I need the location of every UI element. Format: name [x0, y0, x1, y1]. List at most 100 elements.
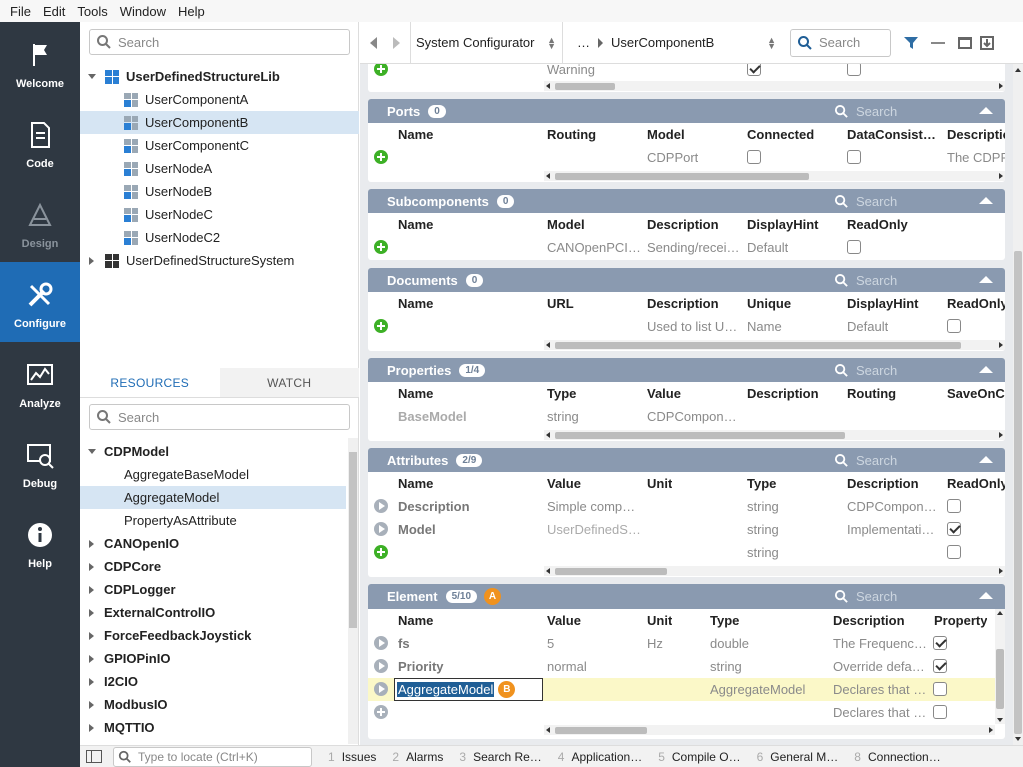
editor-search-input[interactable]: Search: [790, 28, 891, 57]
tab-issues[interactable]: 1 Issues: [328, 750, 376, 764]
breadcrumb-system[interactable]: System Configurator ▲ ▼: [410, 21, 563, 64]
expand-icon[interactable]: [89, 723, 94, 732]
tab-general-messages[interactable]: 6 General M…: [757, 750, 839, 764]
resources-scrollbar[interactable]: [348, 438, 358, 744]
expand-icon[interactable]: [89, 562, 94, 571]
horizontal-scrollbar[interactable]: [544, 340, 1005, 350]
col-header[interactable]: DataConsiste…: [847, 123, 941, 146]
section-search[interactable]: Search: [834, 453, 897, 468]
collapse-icon[interactable]: [979, 592, 993, 599]
collapse-icon[interactable]: [979, 456, 993, 463]
expand-row-icon[interactable]: [374, 659, 388, 673]
nav-analyze[interactable]: Analyze: [0, 342, 80, 422]
menu-tools[interactable]: Tools: [71, 4, 113, 19]
resource-group[interactable]: MQTTIO: [80, 716, 346, 739]
expand-row-icon[interactable]: [374, 682, 388, 696]
name-edit-input[interactable]: AggregateModel B: [394, 678, 543, 701]
add-icon[interactable]: [374, 545, 388, 559]
table-row[interactable]: Description Simple comp… string CDPCompo…: [368, 495, 1005, 518]
tree-item-system[interactable]: UserDefinedStructureSystem: [80, 249, 359, 272]
scroll-left-icon[interactable]: [546, 432, 550, 438]
checkbox[interactable]: [947, 522, 961, 536]
section-search[interactable]: Search: [834, 104, 897, 119]
col-header[interactable]: Name: [398, 609, 433, 632]
back-icon[interactable]: [370, 36, 377, 49]
expand-row-icon[interactable]: [374, 636, 388, 650]
section-header[interactable]: Element 5/10 A Search: [368, 584, 1005, 609]
tab-compile-output[interactable]: 5 Compile O…: [658, 750, 740, 764]
expand-icon[interactable]: [89, 608, 94, 617]
checkbox[interactable]: [947, 545, 961, 559]
checkbox[interactable]: [847, 64, 861, 76]
col-header[interactable]: Name: [398, 472, 433, 495]
resource-group[interactable]: I2CIO: [80, 670, 346, 693]
col-header[interactable]: Routing: [847, 382, 896, 405]
expand-icon[interactable]: [89, 539, 94, 548]
checkbox[interactable]: [847, 150, 861, 164]
horizontal-scrollbar[interactable]: [544, 81, 1005, 91]
add-icon[interactable]: [374, 64, 388, 76]
nav-design[interactable]: Design: [0, 182, 80, 262]
resource-item[interactable]: AggregateBaseModel: [80, 463, 346, 486]
checkbox[interactable]: [933, 659, 947, 673]
col-header[interactable]: Description: [847, 472, 919, 495]
panel-toggle-icon[interactable]: [86, 750, 102, 763]
scroll-left-icon[interactable]: [546, 83, 550, 89]
table-row[interactable]: Model UserDefinedS… string Implementati…: [368, 518, 1005, 541]
minimize-icon[interactable]: [931, 41, 945, 44]
tree-item-lib[interactable]: UserDefinedStructureLib: [80, 65, 359, 88]
tree-item-component-a[interactable]: UserComponentA: [80, 88, 359, 111]
col-header[interactable]: DisplayHint: [847, 292, 919, 315]
vertical-scrollbar[interactable]: [995, 609, 1005, 724]
resource-group-cdpmodel[interactable]: CDPModel: [80, 440, 346, 463]
horizontal-scrollbar[interactable]: [544, 725, 995, 735]
menu-edit[interactable]: Edit: [37, 4, 71, 19]
scroll-down-icon[interactable]: [997, 718, 1003, 722]
menu-window[interactable]: Window: [114, 4, 172, 19]
scroll-left-icon[interactable]: [546, 568, 550, 574]
main-scrollbar[interactable]: [1013, 64, 1023, 745]
checkbox[interactable]: [747, 150, 761, 164]
resource-group[interactable]: CDPLogger: [80, 578, 346, 601]
tree-item-node-c2[interactable]: UserNodeC2: [80, 226, 359, 249]
expand-icon[interactable]: [88, 74, 96, 79]
expand-icon[interactable]: [89, 631, 94, 640]
scrollbar-thumb[interactable]: [555, 83, 615, 90]
col-header[interactable]: Name: [398, 292, 433, 315]
resource-item-selected[interactable]: AggregateModel: [80, 486, 346, 509]
horizontal-scrollbar[interactable]: [544, 566, 1005, 576]
resource-group[interactable]: ForceFeedbackJoystick: [80, 624, 346, 647]
table-row[interactable]: CANOpenPCI… Sending/recei… Default: [368, 236, 1005, 259]
col-header[interactable]: Model: [547, 213, 585, 236]
horizontal-scrollbar[interactable]: [544, 171, 1005, 181]
col-header[interactable]: ReadOnly: [947, 292, 1005, 315]
section-search[interactable]: Search: [834, 194, 897, 209]
scroll-right-icon[interactable]: [999, 342, 1003, 348]
col-header[interactable]: Value: [547, 472, 581, 495]
col-header[interactable]: SaveOnCh: [947, 382, 1005, 405]
tree-item-node-c[interactable]: UserNodeC: [80, 203, 359, 226]
scroll-right-icon[interactable]: [989, 727, 993, 733]
checkbox[interactable]: [947, 319, 961, 333]
scroll-up-icon[interactable]: [997, 611, 1003, 615]
scroll-down-icon[interactable]: [1015, 737, 1021, 741]
filter-icon[interactable]: [903, 35, 921, 51]
col-header[interactable]: Type: [710, 609, 739, 632]
section-header[interactable]: Ports 0 Search: [368, 99, 1005, 123]
col-header[interactable]: Description: [647, 213, 719, 236]
locate-input[interactable]: Type to locate (Ctrl+K): [113, 746, 312, 767]
resource-item[interactable]: PropertyAsAttribute: [80, 509, 346, 532]
nav-help[interactable]: Help: [0, 502, 80, 582]
table-row[interactable]: CDPPort The CDPP: [368, 146, 1005, 169]
col-header[interactable]: Value: [647, 382, 681, 405]
scrollbar-thumb[interactable]: [555, 568, 667, 575]
table-row[interactable]: fs 5 Hz double The Frequenc…: [368, 632, 1005, 655]
tab-application[interactable]: 4 Application…: [558, 750, 642, 764]
resource-group[interactable]: ExternalControlIO: [80, 601, 346, 624]
breadcrumb-ellipsis[interactable]: …: [577, 35, 590, 50]
expand-icon[interactable]: [89, 256, 94, 265]
menu-file[interactable]: File: [4, 4, 37, 19]
section-header[interactable]: Documents 0 Search: [368, 268, 1005, 292]
collapse-icon[interactable]: [979, 366, 993, 373]
expand-icon[interactable]: [88, 449, 96, 454]
